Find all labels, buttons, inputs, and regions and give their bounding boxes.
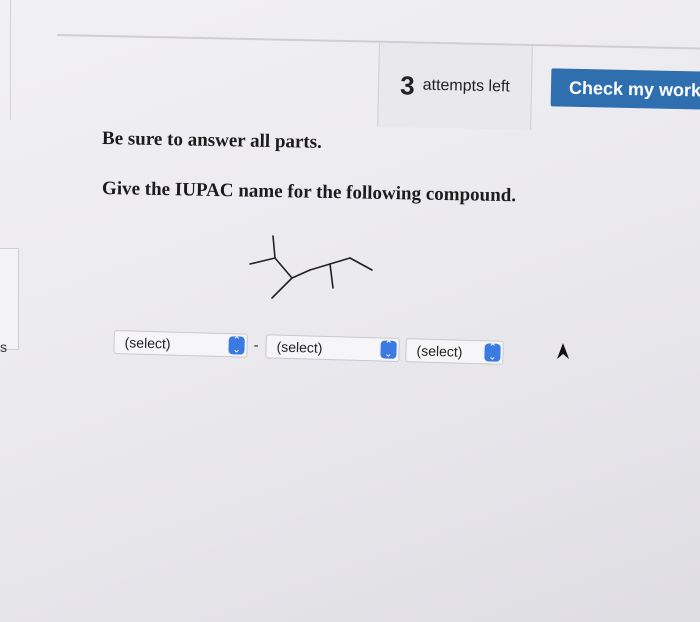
bond: [272, 235, 276, 259]
left-side-tab[interactable]: [0, 248, 19, 350]
bond: [329, 263, 334, 289]
check-my-work-button[interactable]: Check my work: [550, 68, 700, 110]
parent-chain-select-value: (select): [276, 338, 323, 356]
attempts-indicator: 3 attempts left: [377, 42, 533, 130]
bond: [274, 257, 293, 279]
parent-chain-select[interactable]: (select) ⌃ ⌄: [265, 334, 400, 362]
suffix-select[interactable]: (select) ⌃ ⌄: [405, 338, 504, 365]
bond: [271, 277, 293, 299]
left-panel-edge: [0, 0, 11, 120]
mouse-cursor-icon: [557, 343, 569, 359]
answer-row: (select) ⌃ ⌄ - (select) ⌃ ⌄ (select) ⌃ ⌄: [113, 330, 514, 381]
bond: [291, 269, 311, 279]
bond: [349, 257, 373, 271]
prefix-select[interactable]: (select) ⌃ ⌄: [113, 330, 248, 358]
suffix-select-value: (select): [416, 342, 463, 360]
bond: [249, 257, 276, 265]
header-bar: 3 attempts left Check my work: [55, 36, 700, 134]
instructions-text: Be sure to answer all parts.: [101, 128, 323, 153]
compound-structure-diagram: [249, 235, 373, 299]
question-text: Give the IUPAC name for the following co…: [101, 178, 517, 207]
bond: [309, 263, 331, 271]
updown-arrows-icon: ⌃ ⌄: [484, 342, 501, 363]
attempts-count: 3: [399, 69, 416, 100]
separator-dash: -: [253, 336, 259, 355]
updown-arrows-icon: ⌃ ⌄: [228, 335, 245, 356]
prefix-select-value: (select): [124, 334, 171, 352]
bond: [329, 257, 351, 265]
attempts-label: attempts left: [422, 76, 511, 96]
left-edge-text: s: [0, 339, 7, 355]
updown-arrows-icon: ⌃ ⌄: [380, 340, 397, 360]
